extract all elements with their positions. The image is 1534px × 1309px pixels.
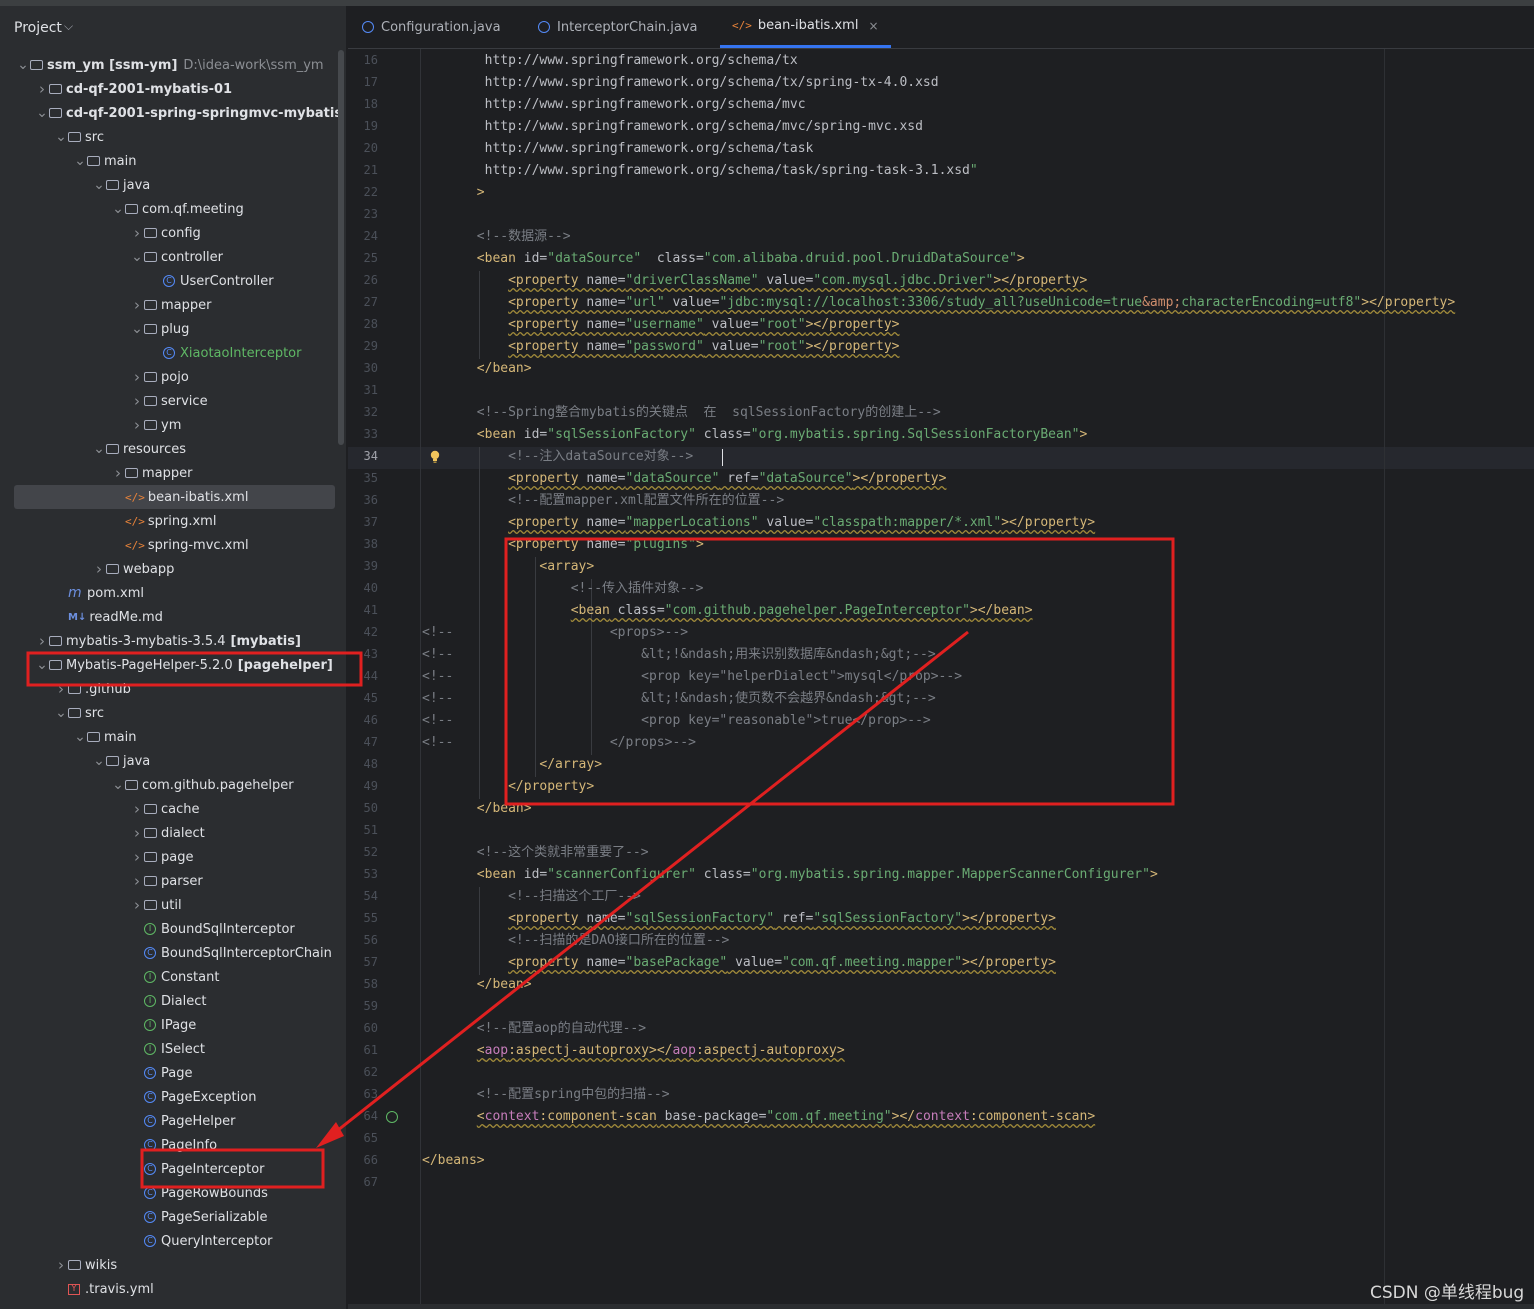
annotation-box-pagehelper-module bbox=[26, 651, 363, 687]
annotation-box-plugins bbox=[504, 537, 1175, 806]
editor-bottom-strip bbox=[348, 1304, 1534, 1309]
arrowhead-icon bbox=[316, 1122, 344, 1148]
annotation-overlay bbox=[26, 537, 1175, 1189]
annotation-box-pageinterceptor bbox=[140, 1148, 325, 1189]
watermark: CSDN @单线程bug bbox=[1370, 1283, 1525, 1303]
annotation-arrow bbox=[327, 630, 969, 1140]
